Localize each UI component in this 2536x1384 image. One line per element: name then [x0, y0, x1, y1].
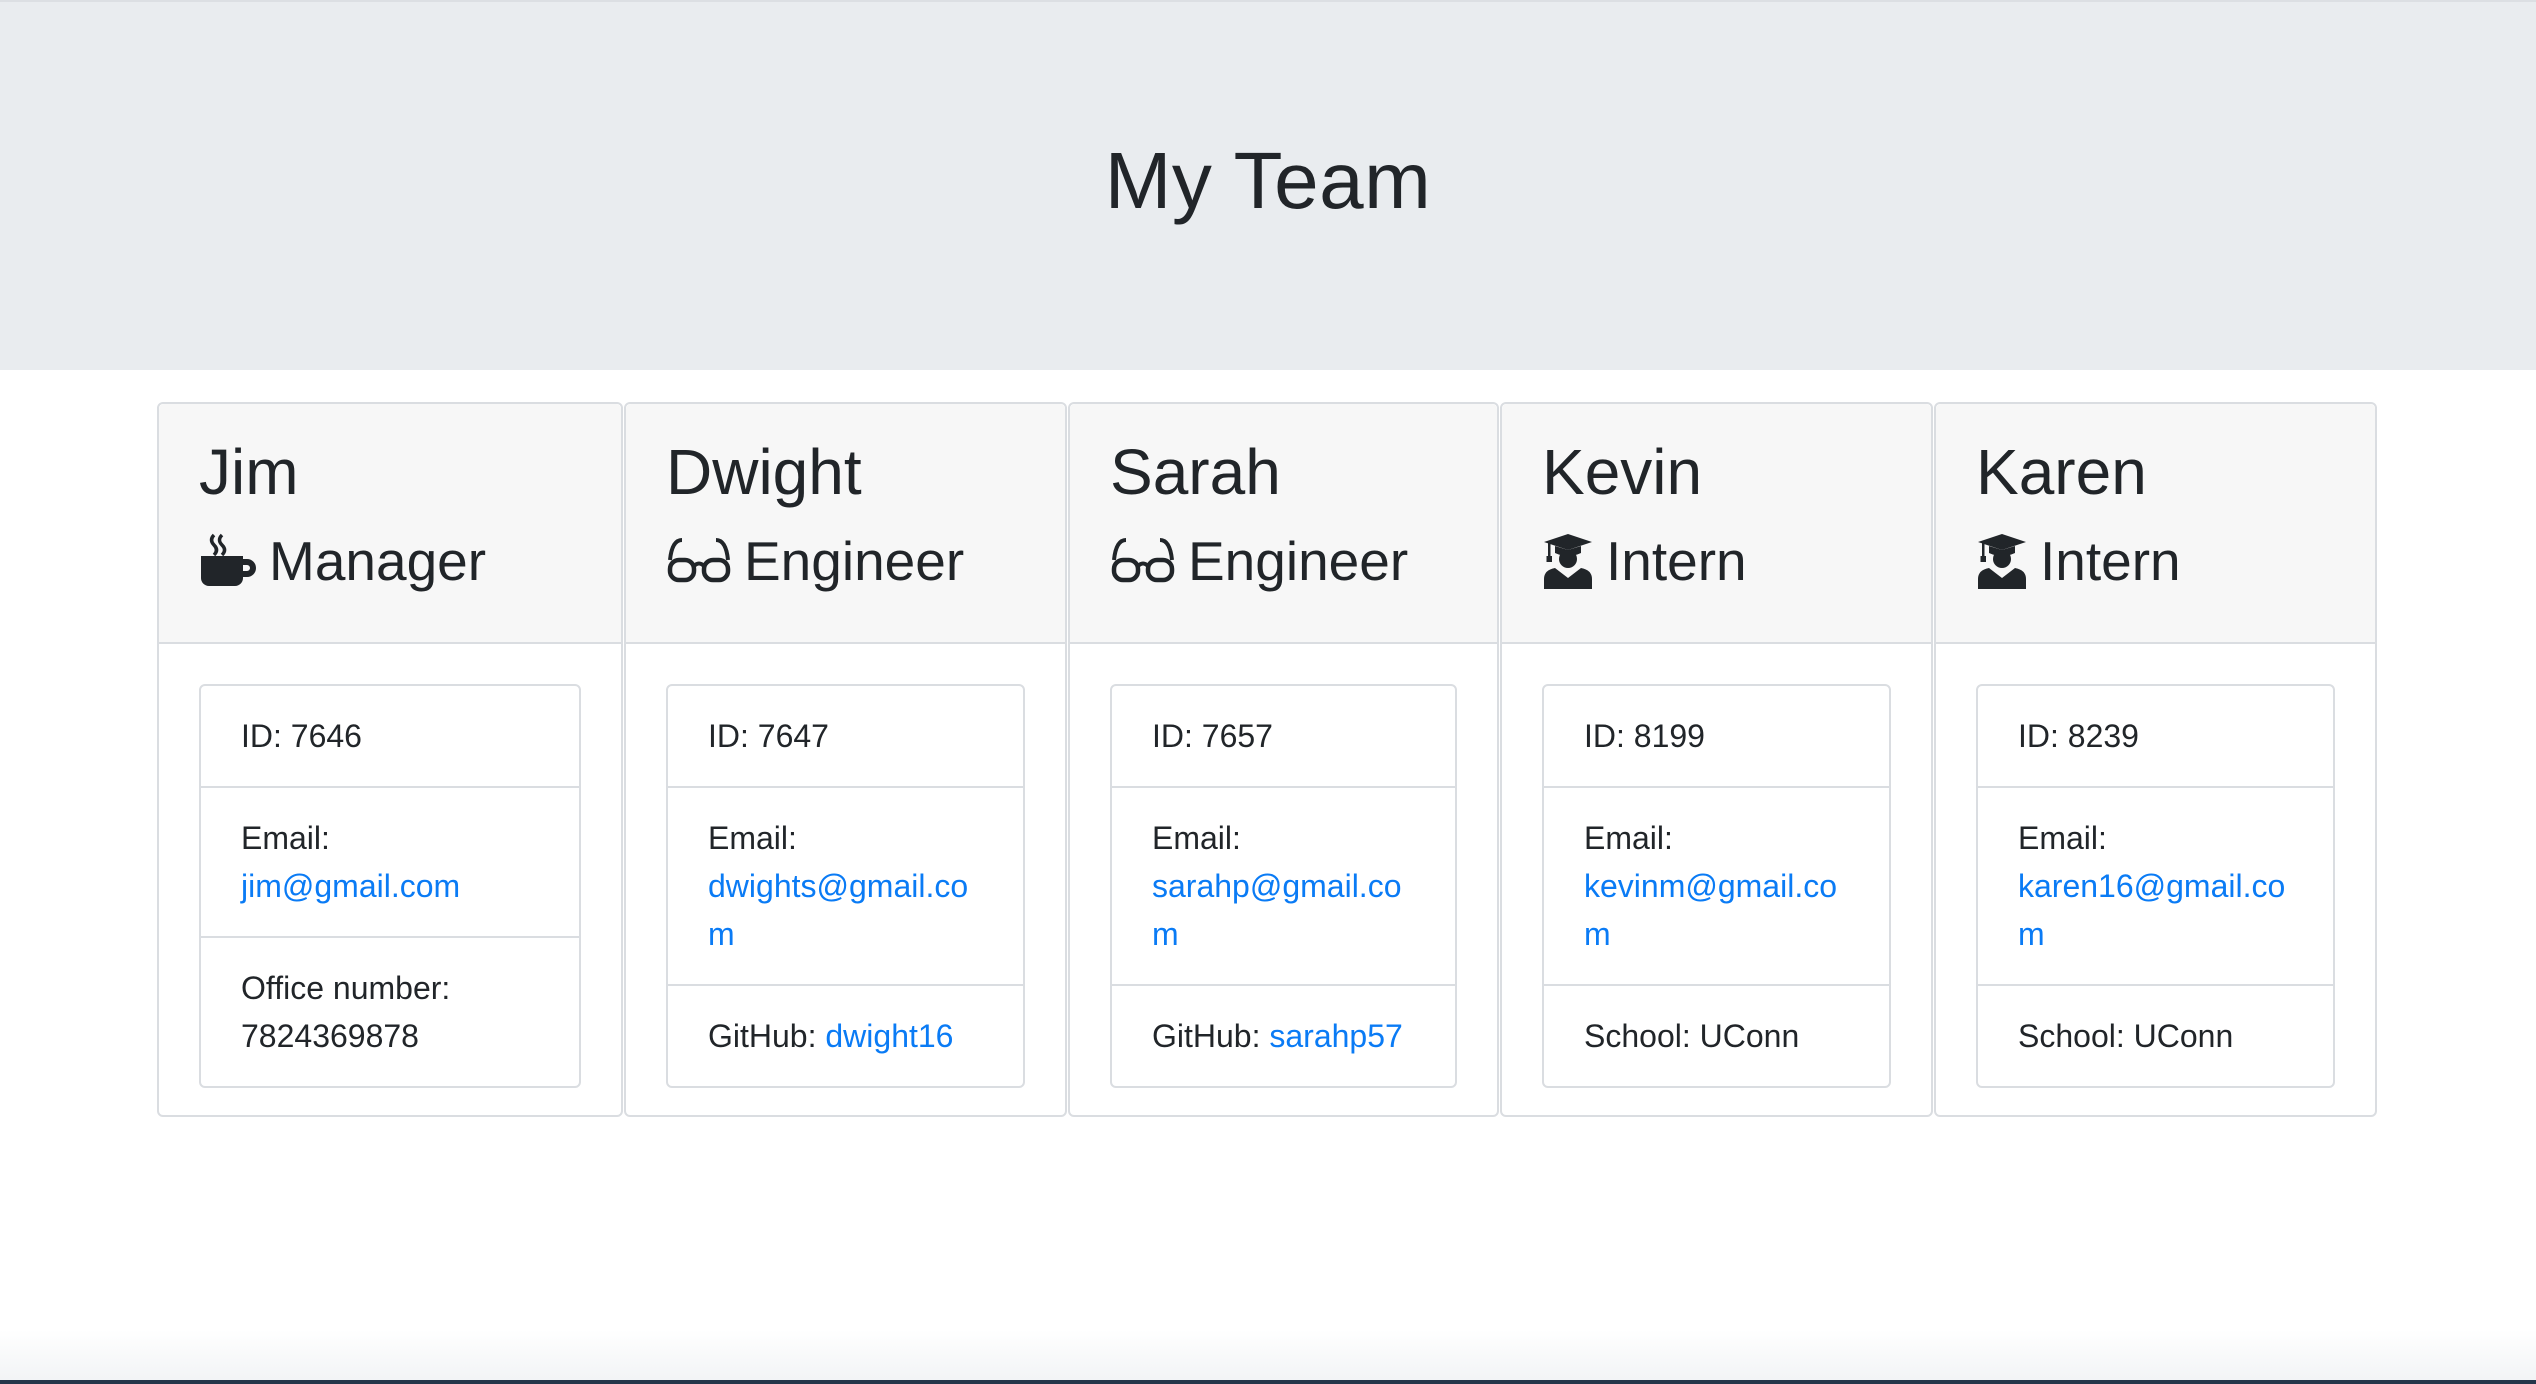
github-label: GitHub:: [1152, 1018, 1261, 1054]
page-header: My Team: [0, 0, 2536, 370]
email-label: Email:: [708, 820, 797, 856]
card-header: Jim Manager: [159, 404, 621, 644]
email-link[interactable]: sarahp@gmail.com: [1152, 868, 1401, 952]
email-link[interactable]: jim@gmail.com: [241, 868, 460, 904]
office-label: Office number:: [241, 970, 451, 1006]
graduate-icon: [1542, 532, 1594, 590]
employee-card-dwight: Dwight Engineer ID: 7647 Email: dwights@…: [624, 402, 1067, 1117]
card-body: ID: 8199 Email: kevinm@gmail.com School:…: [1502, 644, 1931, 1088]
glasses-icon: [1110, 532, 1176, 590]
role-label: Intern: [1606, 530, 1747, 592]
email-label: Email:: [1152, 820, 1241, 856]
github-label: GitHub:: [708, 1018, 817, 1054]
role-label: Engineer: [1188, 530, 1409, 592]
card-body: ID: 8239 Email: karen16@gmail.com School…: [1936, 644, 2375, 1088]
employee-details: ID: 8199 Email: kevinm@gmail.com School:…: [1542, 684, 1891, 1088]
office-number: 7824369878: [241, 1018, 419, 1054]
employee-details: ID: 7657 Email: sarahp@gmail.com GitHub:…: [1110, 684, 1457, 1088]
employee-email: Email: kevinm@gmail.com: [1544, 788, 1889, 986]
card-header: Dwight Engineer: [626, 404, 1065, 644]
employee-name: Dwight: [666, 436, 862, 508]
email-link[interactable]: kevinm@gmail.com: [1584, 868, 1837, 952]
employee-role: Intern: [1542, 522, 1931, 600]
team-cards: Jim Manager ID: 7646 Email: jim@gmail.co…: [157, 402, 2378, 1117]
employee-role: Intern: [1976, 522, 2375, 600]
glasses-icon: [666, 532, 732, 590]
email-link[interactable]: dwights@gmail.com: [708, 868, 968, 952]
github-link[interactable]: sarahp57: [1269, 1018, 1402, 1054]
employee-details: ID: 7646 Email: jim@gmail.com Office num…: [199, 684, 581, 1088]
employee-office: Office number: 7824369878: [201, 938, 579, 1086]
role-label: Intern: [2040, 530, 2181, 592]
card-body: ID: 7657 Email: sarahp@gmail.com GitHub:…: [1070, 644, 1497, 1088]
employee-role: Engineer: [1110, 522, 1497, 600]
employee-details: ID: 7647 Email: dwights@gmail.com GitHub…: [666, 684, 1025, 1088]
employee-card-sarah: Sarah Engineer ID: 7657 Email: sarahp@gm…: [1068, 402, 1499, 1117]
graduate-icon: [1976, 532, 2028, 590]
employee-github: GitHub: sarahp57: [1112, 986, 1455, 1086]
email-label: Email:: [2018, 820, 2107, 856]
email-link[interactable]: karen16@gmail.com: [2018, 868, 2285, 952]
role-label: Manager: [269, 530, 487, 592]
github-link[interactable]: dwight16: [825, 1018, 953, 1054]
employee-card-jim: Jim Manager ID: 7646 Email: jim@gmail.co…: [157, 402, 623, 1117]
employee-details: ID: 8239 Email: karen16@gmail.com School…: [1976, 684, 2335, 1088]
employee-id: ID: 7657: [1112, 686, 1455, 788]
employee-id: ID: 8199: [1544, 686, 1889, 788]
window-bottom-edge: [0, 1380, 2536, 1384]
role-label: Engineer: [744, 530, 965, 592]
employee-role: Manager: [199, 522, 621, 600]
card-body: ID: 7647 Email: dwights@gmail.com GitHub…: [626, 644, 1065, 1088]
page-title: My Team: [1104, 136, 1432, 225]
employee-card-karen: Karen Intern ID: 8239 Email: karen16@gma…: [1934, 402, 2377, 1117]
employee-email: Email: karen16@gmail.com: [1978, 788, 2333, 986]
employee-email: Email: jim@gmail.com: [201, 788, 579, 938]
employee-id: ID: 7647: [668, 686, 1023, 788]
employee-role: Engineer: [666, 522, 1065, 600]
employee-name: Jim: [199, 436, 299, 508]
card-body: ID: 7646 Email: jim@gmail.com Office num…: [159, 644, 621, 1088]
employee-id: ID: 8239: [1978, 686, 2333, 788]
mug-hot-icon: [199, 532, 257, 590]
card-header: Karen Intern: [1936, 404, 2375, 644]
email-label: Email:: [1584, 820, 1673, 856]
employee-name: Kevin: [1542, 436, 1703, 508]
email-label: Email:: [241, 820, 330, 856]
employee-school: School: UConn: [1584, 1018, 1800, 1054]
employee-name: Karen: [1976, 436, 2147, 508]
employee-school: School: UConn: [2018, 1018, 2234, 1054]
employee-email: Email: sarahp@gmail.com: [1112, 788, 1455, 986]
page-bottom-fade: [0, 1330, 2536, 1384]
card-header: Kevin Intern: [1502, 404, 1931, 644]
employee-card-kevin: Kevin Intern ID: 8199 Email: kevinm@gmai…: [1500, 402, 1933, 1117]
card-header: Sarah Engineer: [1070, 404, 1497, 644]
employee-email: Email: dwights@gmail.com: [668, 788, 1023, 986]
employee-name: Sarah: [1110, 436, 1281, 508]
employee-id: ID: 7646: [201, 686, 579, 788]
employee-github: GitHub: dwight16: [668, 986, 1023, 1086]
